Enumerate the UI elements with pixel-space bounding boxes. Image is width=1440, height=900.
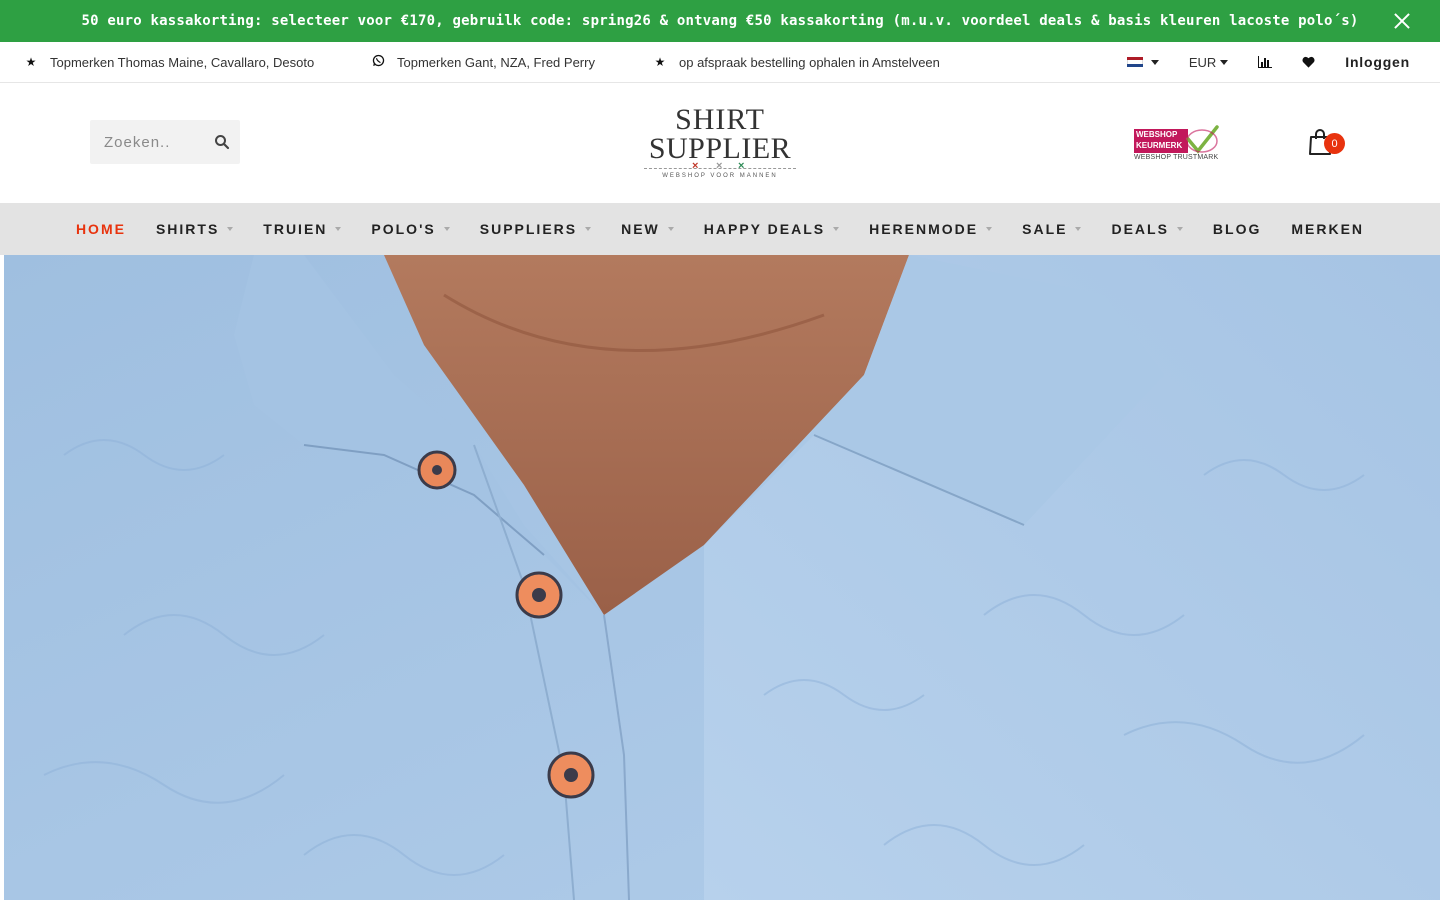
checkmark-icon	[1186, 125, 1219, 154]
star-icon: ★	[25, 55, 37, 69]
hero-image	[4, 255, 1440, 900]
trustmark-sub: WEBSHOP TRUSTMARK	[1134, 154, 1219, 161]
shirt-button	[515, 571, 563, 619]
shirt-button	[417, 450, 457, 490]
main-nav: HOME SHIRTS TRUIEN POLO'S SUPPLIERS NEW …	[0, 203, 1440, 255]
bar-chart-icon	[1258, 56, 1273, 68]
nav-label: SALE	[1022, 221, 1068, 237]
nav-label: POLO'S	[371, 221, 436, 237]
nav-label: MERKEN	[1291, 221, 1365, 237]
chevron-down-icon	[833, 227, 840, 231]
hero-banner[interactable]	[4, 255, 1440, 900]
logo-line2: SUPPLIER	[648, 132, 792, 165]
nav-item-suppliers[interactable]: SUPPLIERS	[465, 203, 606, 255]
site-logo[interactable]: SHIRT SUPPLIER × × × WEBSHOP VOOR MANNEN	[640, 105, 800, 185]
nav-label: BLOG	[1212, 221, 1262, 237]
usp-item: ★ Topmerken Thomas Maine, Cavallaro, Des…	[24, 42, 315, 82]
nav-item-sale[interactable]: SALE	[1007, 203, 1096, 255]
utility-links: EUR Inloggen	[1126, 42, 1410, 82]
chevron-down-icon	[1176, 227, 1183, 231]
nav-item-truien[interactable]: TRUIEN	[248, 203, 356, 255]
search-box	[90, 120, 240, 164]
currency-label: EUR	[1188, 54, 1217, 70]
whatsapp-icon	[371, 54, 385, 70]
usp-text: Topmerken Gant, NZA, Fred Perry	[397, 54, 595, 70]
nav-item-home[interactable]: HOME	[61, 203, 141, 255]
chevron-down-icon	[667, 227, 674, 231]
heart-icon	[1302, 56, 1315, 68]
chevron-down-icon	[1075, 227, 1082, 231]
usp-text: op afspraak bestelling ophalen in Amstel…	[679, 54, 940, 70]
chevron-down-icon	[227, 227, 234, 231]
promo-text: 50 euro kassakorting: selecteer voor €17…	[81, 13, 1359, 29]
chevron-down-icon	[585, 227, 592, 231]
chevron-down-icon	[443, 227, 450, 231]
chevron-down-icon	[1220, 59, 1229, 65]
usp-item: Topmerken Gant, NZA, Fred Perry	[371, 42, 595, 82]
header: SHIRT SUPPLIER × × × WEBSHOP VOOR MANNEN…	[0, 83, 1440, 203]
logo-tagline: WEBSHOP VOOR MANNEN	[662, 173, 778, 179]
nav-label: TRUIEN	[263, 221, 328, 237]
cart-button[interactable]: 0	[1308, 129, 1348, 159]
nav-label: SHIRTS	[155, 221, 220, 237]
nav-label: NEW	[621, 221, 660, 237]
logo-mark: ×	[716, 160, 723, 172]
netherlands-flag-icon	[1126, 56, 1143, 68]
shirt-button	[547, 751, 595, 799]
nav-item-shirts[interactable]: SHIRTS	[141, 203, 248, 255]
login-link[interactable]: Inloggen	[1345, 54, 1410, 70]
logo-line1: SHIRT	[675, 103, 765, 136]
compare-link[interactable]	[1258, 56, 1273, 68]
nav-item-new[interactable]: NEW	[606, 203, 689, 255]
usp-text: Topmerken Thomas Maine, Cavallaro, Desot…	[50, 54, 315, 70]
cart-count-badge: 0	[1324, 133, 1345, 154]
usp-item: ★ op afspraak bestelling ophalen in Amst…	[653, 42, 940, 82]
nav-item-polos[interactable]: POLO'S	[356, 203, 464, 255]
nav-label: HERENMODE	[869, 221, 979, 237]
nav-label: DEALS	[1111, 221, 1169, 237]
usp-bar: ★ Topmerken Thomas Maine, Cavallaro, Des…	[0, 42, 1440, 83]
star-icon: ★	[654, 55, 666, 69]
promo-bar: 50 euro kassakorting: selecteer voor €17…	[0, 0, 1440, 42]
wishlist-link[interactable]	[1302, 56, 1315, 68]
close-icon[interactable]	[1392, 11, 1412, 31]
nav-label: HAPPY DEALS	[703, 221, 826, 237]
webshop-trustmark-badge[interactable]: WEBSHOP KEURMERK WEBSHOP TRUSTMARK	[1134, 125, 1224, 165]
trustmark-line1: WEBSHOP	[1136, 130, 1178, 139]
language-selector[interactable]	[1126, 56, 1159, 68]
logo-mark: ×	[692, 160, 699, 172]
trustmark-line2: KEURMERK	[1136, 141, 1183, 150]
nav-label: HOME	[75, 221, 126, 237]
nav-item-merken[interactable]: MERKEN	[1276, 203, 1379, 255]
nav-item-happy-deals[interactable]: HAPPY DEALS	[689, 203, 854, 255]
currency-selector[interactable]: EUR	[1188, 54, 1229, 70]
nav-item-herenmode[interactable]: HERENMODE	[854, 203, 1007, 255]
search-icon[interactable]	[214, 134, 230, 150]
chevron-down-icon	[986, 227, 993, 231]
nav-label: SUPPLIERS	[479, 221, 578, 237]
nav-item-blog[interactable]: BLOG	[1198, 203, 1276, 255]
search-input[interactable]	[90, 120, 205, 164]
trustmark-box: WEBSHOP KEURMERK	[1134, 129, 1188, 153]
chevron-down-icon	[335, 227, 342, 231]
chevron-down-icon	[1150, 59, 1159, 65]
logo-mark: ×	[738, 160, 745, 172]
nav-item-deals[interactable]: DEALS	[1096, 203, 1197, 255]
